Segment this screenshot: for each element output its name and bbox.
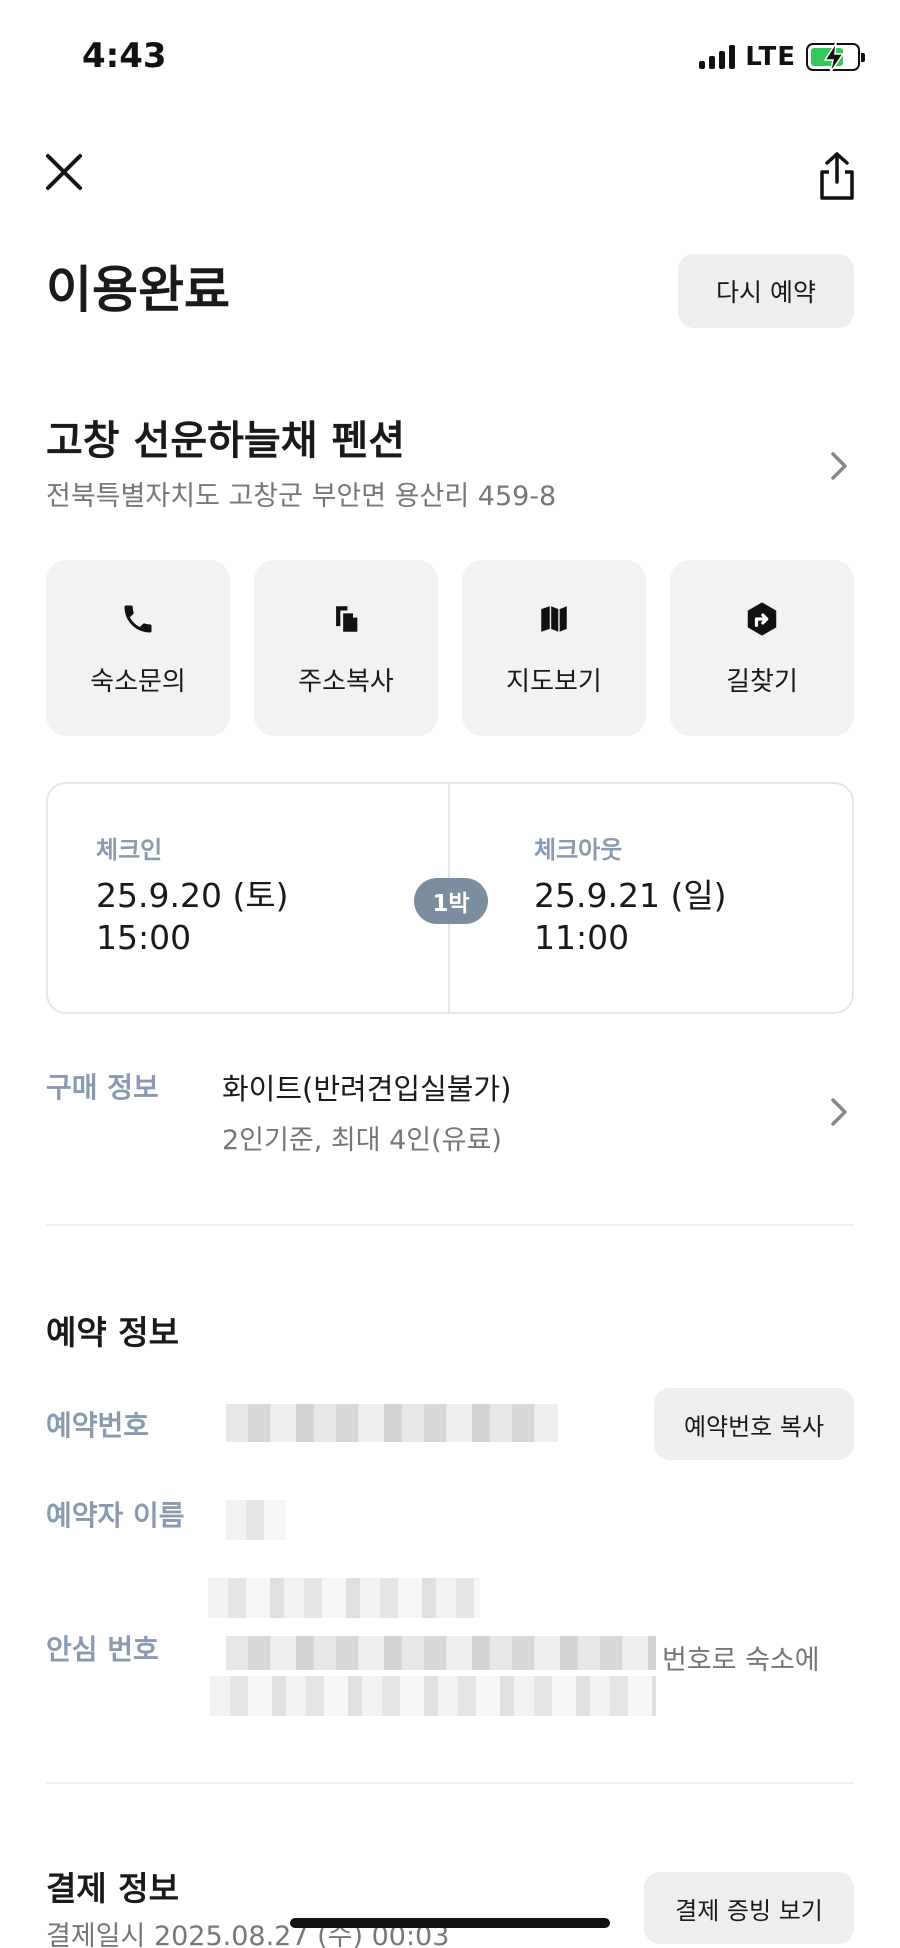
action-label: 주소복사 xyxy=(298,666,394,697)
copy-reservation-number-button[interactable]: 예약번호 복사 xyxy=(654,1388,854,1460)
copy-icon xyxy=(326,599,366,639)
checkin-label: 체크인 xyxy=(96,836,163,864)
reservation-number-label: 예약번호 xyxy=(46,1409,150,1442)
chevron-right-icon xyxy=(824,1092,854,1132)
contact-property-button[interactable]: 숙소문의 xyxy=(46,560,230,736)
checkin-date: 25.9.20 (토) xyxy=(96,876,289,915)
reservation-section-title: 예약 정보 xyxy=(46,1313,179,1352)
view-map-button[interactable]: 지도보기 xyxy=(462,560,646,736)
room-occupancy: 2인기준, 최대 4인(유료) xyxy=(222,1125,502,1156)
status-time: 4:43 xyxy=(82,36,167,76)
checkin-time: 15:00 xyxy=(96,918,192,957)
chevron-right-icon xyxy=(824,446,854,486)
signal-icon xyxy=(699,45,736,69)
battery-icon xyxy=(806,43,865,73)
view-receipt-button[interactable]: 결제 증빙 보기 xyxy=(644,1872,854,1944)
directions-icon xyxy=(742,599,782,639)
safe-number-redacted xyxy=(210,1676,656,1716)
safe-number-text: 번호로 숙소에 xyxy=(662,1645,820,1676)
checkout-time: 11:00 xyxy=(534,918,630,957)
action-label: 길찾기 xyxy=(726,666,798,697)
guest-name-label: 예약자 이름 xyxy=(46,1499,185,1532)
page-title: 이용완료 xyxy=(46,261,230,319)
reservation-detail-page: 4:43 LTE 이용완료 다시 예약 고창 선운하늘채 펜션 전북특별자치도 … xyxy=(0,0,900,1948)
rebook-button[interactable]: 다시 예약 xyxy=(678,254,854,328)
status-indicators: LTE xyxy=(699,42,865,73)
purchase-label: 구매 정보 xyxy=(46,1071,159,1104)
checkin-block: 체크인 25.9.20 (토) 15:00 xyxy=(96,830,289,959)
action-label: 지도보기 xyxy=(506,666,602,697)
phone-icon xyxy=(118,599,158,639)
section-divider xyxy=(46,1224,854,1226)
safe-number-label: 안심 번호 xyxy=(46,1633,159,1666)
property-address: 전북특별자치도 고창군 부안면 용산리 459-8 xyxy=(46,481,557,512)
network-label: LTE xyxy=(745,42,796,72)
payment-section-title: 결제 정보 xyxy=(46,1869,179,1908)
action-grid: 숙소문의 주소복사 지도보기 길찾기 xyxy=(46,560,854,736)
nights-badge: 1박 xyxy=(414,878,488,924)
checkout-date: 25.9.21 (일) xyxy=(534,876,727,915)
purchase-info-row[interactable]: 구매 정보 화이트(반려견입실불가) 2인기준, 최대 4인(유료) xyxy=(46,1062,854,1172)
close-icon[interactable] xyxy=(42,150,86,194)
safe-number-redacted xyxy=(226,1636,656,1670)
section-divider xyxy=(46,1782,854,1784)
home-indicator[interactable] xyxy=(290,1918,610,1928)
copy-address-button[interactable]: 주소복사 xyxy=(254,560,438,736)
map-icon xyxy=(534,599,574,639)
checkout-block: 체크아웃 25.9.21 (일) 11:00 xyxy=(534,830,727,959)
room-name: 화이트(반려견입실불가) xyxy=(222,1072,512,1106)
checkout-label: 체크아웃 xyxy=(534,836,623,864)
safe-number-redacted xyxy=(208,1578,480,1618)
property-name: 고창 선운하늘채 펜션 xyxy=(46,418,406,464)
guest-name-redacted xyxy=(226,1500,286,1540)
directions-button[interactable]: 길찾기 xyxy=(670,560,854,736)
reservation-number-redacted xyxy=(226,1404,558,1442)
status-bar: 4:43 LTE xyxy=(0,0,900,110)
action-label: 숙소문의 xyxy=(90,666,186,697)
stay-dates-card: 체크인 25.9.20 (토) 15:00 1박 체크아웃 25.9.21 (일… xyxy=(46,782,854,1014)
property-summary[interactable]: 고창 선운하늘채 펜션 전북특별자치도 고창군 부안면 용산리 459-8 xyxy=(46,408,854,518)
share-icon[interactable] xyxy=(814,150,860,202)
